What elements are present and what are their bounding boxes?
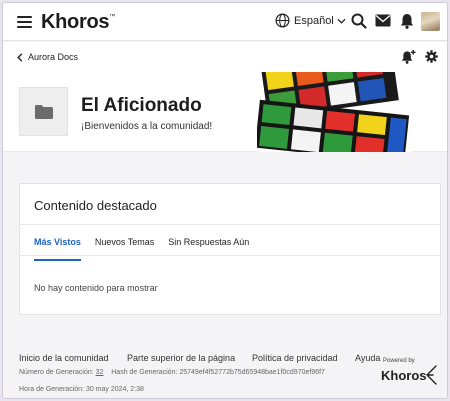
tab-new-topics[interactable]: Nuevos Temas [95,237,154,261]
generation-info: Número de Generación: 32 Hash de Generac… [19,369,325,376]
time-label: Hora de Generación: [19,386,84,393]
divider [20,224,440,225]
hash-label: Hash de Generación: [111,369,178,376]
tab-unanswered[interactable]: Sin Respuestas Aún [168,237,249,261]
tab-most-viewed[interactable]: Más Vistos [34,237,81,261]
top-nav: Khoros™ Español [3,3,447,41]
divider [20,255,440,256]
bell-plus-icon[interactable] [401,49,416,64]
featured-content-title: Contenido destacado [34,198,157,213]
featured-content-card: Contenido destacado Más Vistos Nuevos Te… [19,183,441,315]
generation-label: Número de Generación: [19,369,94,376]
footer-link-help[interactable]: Ayuda [355,353,380,363]
back-link[interactable]: Aurora Docs [17,52,78,62]
powered-by-logo[interactable]: Khoros [381,368,427,383]
hash-value: 25749ef4f52772b75d65948bae1f0cd970ef96f7 [179,369,325,376]
browser-frame: Khoros™ Español Aurora Docs El Aficionad… [2,2,448,399]
footer-link-community-home[interactable]: Inicio de la comunidad [19,353,109,363]
sub-header: Aurora Docs [3,42,447,72]
footer: Inicio de la comunidad Parte superior de… [3,335,447,398]
footer-link-privacy-policy[interactable]: Política de privacidad [252,353,338,363]
gear-icon[interactable] [425,50,438,63]
back-link-label: Aurora Docs [28,52,79,62]
rubiks-cube-banner [257,72,412,152]
chevron-down-icon [337,18,346,24]
empty-state-text: No hay contenido para mostrar [34,283,158,293]
globe-icon [275,13,290,28]
community-avatar [19,87,68,136]
bell-icon[interactable] [400,13,414,29]
khoros-mark-icon [426,365,437,385]
community-hero: El Aficionado ¡Bienvenidos a la comunida… [3,72,447,152]
language-label: Español [294,14,334,27]
chevron-left-icon [17,52,23,62]
community-title: El Aficionado [81,95,202,116]
generation-time: Hora de Generación: 30 may 2024, 2:38 [19,386,144,393]
menu-icon[interactable] [17,16,32,28]
community-subtitle: ¡Bienvenidos a la comunidad! [81,121,213,132]
generation-number[interactable]: 32 [96,369,104,376]
powered-by-label: Powered by [383,358,415,364]
language-selector[interactable]: Español [275,13,346,28]
mail-icon[interactable] [375,14,391,27]
search-icon[interactable] [351,13,367,29]
folder-icon [34,104,53,119]
time-value: 30 may 2024, 2:38 [85,386,144,393]
user-avatar[interactable] [421,12,440,31]
featured-tabs: Más Vistos Nuevos Temas Sin Respuestas A… [34,237,263,261]
khoros-logo[interactable]: Khoros™ [41,11,115,34]
footer-link-top-of-page[interactable]: Parte superior de la página [127,353,235,363]
